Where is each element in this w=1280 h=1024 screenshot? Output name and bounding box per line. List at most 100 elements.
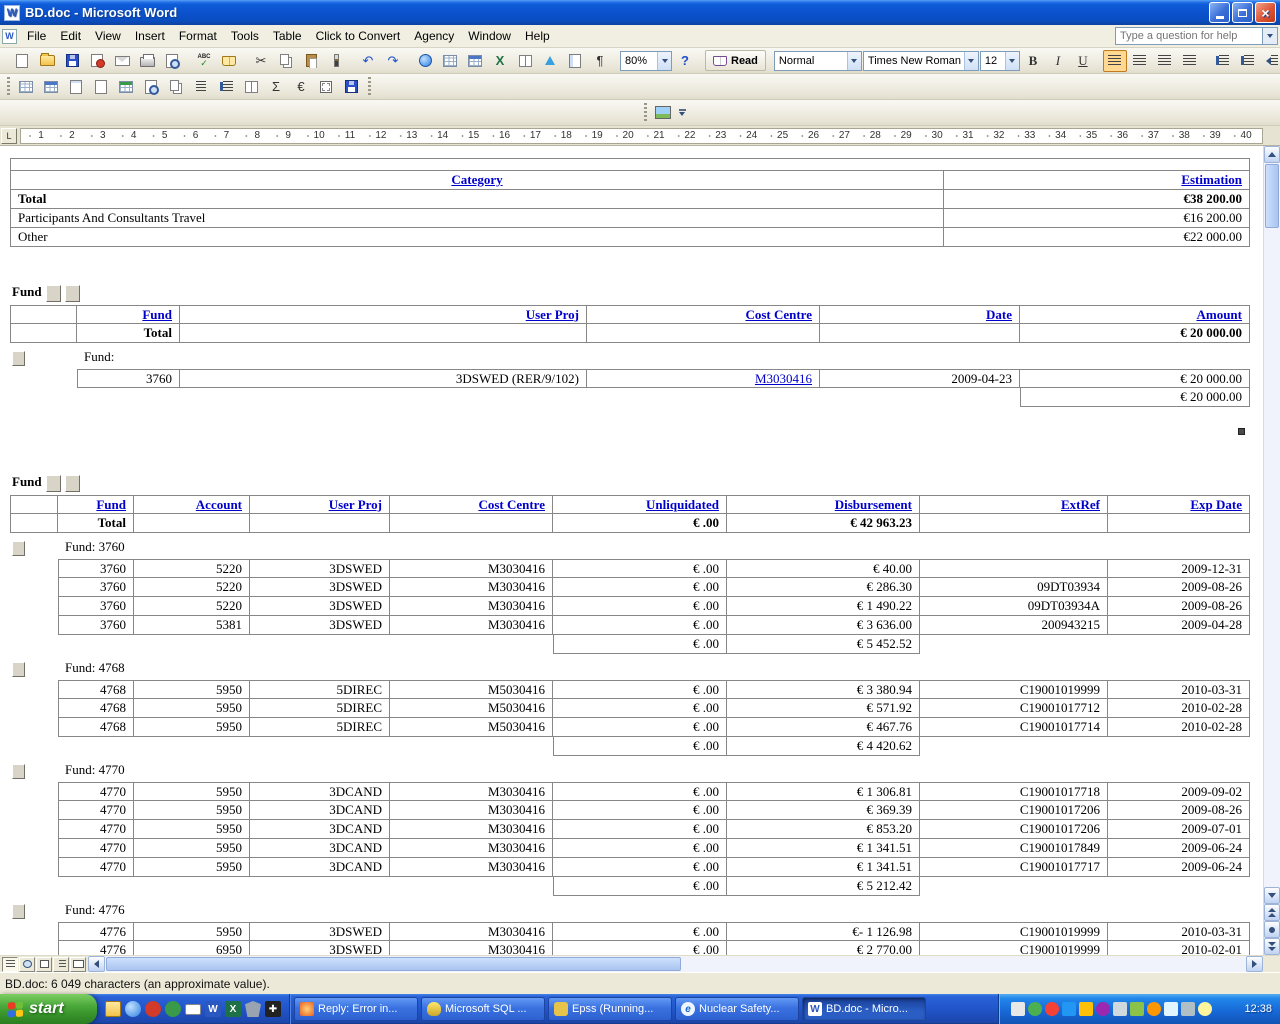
custom-table-icon[interactable] <box>14 76 38 98</box>
custom-form-field-icon[interactable] <box>89 76 113 98</box>
permission-icon[interactable] <box>85 50 109 72</box>
menu-view[interactable]: View <box>88 26 128 46</box>
align-center-button[interactable] <box>1128 50 1152 72</box>
cost-centre-link[interactable]: M3030416 <box>587 369 820 388</box>
f1-header-amount[interactable]: Amount <box>1020 305 1250 324</box>
help-icon[interactable]: ? <box>673 50 697 72</box>
scroll-up-button[interactable] <box>1264 146 1280 163</box>
document-page[interactable]: Category Estimation Total €38 200.00 Partici… <box>0 146 1263 955</box>
tray-display-icon[interactable] <box>1011 1002 1025 1016</box>
menu-format[interactable]: Format <box>172 26 224 46</box>
tray-usb-icon[interactable] <box>1164 1002 1178 1016</box>
tray-alert-icon[interactable] <box>1045 1002 1059 1016</box>
f2-header-disbursement[interactable]: Disbursement <box>727 495 920 514</box>
menu-edit[interactable]: Edit <box>53 26 88 46</box>
taskbar-task-nuclear-safety[interactable]: Nuclear Safety... <box>675 997 799 1021</box>
tray-network-icon[interactable] <box>1062 1002 1076 1016</box>
help-question-dropdown[interactable] <box>1263 27 1278 45</box>
show-hide-paragraph-icon[interactable]: ¶ <box>588 50 612 72</box>
f2-header-account[interactable]: Account <box>134 495 250 514</box>
hyperlink-icon[interactable] <box>413 50 437 72</box>
start-button[interactable]: start <box>0 994 97 1024</box>
paste-icon[interactable] <box>299 50 323 72</box>
font-combo[interactable]: Times New Roman <box>862 50 979 71</box>
drawing-icon[interactable] <box>538 50 562 72</box>
italic-button[interactable]: I <box>1046 50 1070 72</box>
tray-messenger-icon[interactable] <box>1096 1002 1110 1016</box>
toolbar-drag-handle[interactable] <box>643 103 647 122</box>
f2-header-user-proj[interactable]: User Proj <box>250 495 390 514</box>
f1-header-date[interactable]: Date <box>820 305 1020 324</box>
columns-icon[interactable] <box>513 50 537 72</box>
bullets-button[interactable] <box>1235 50 1259 72</box>
vertical-scroll-thumb[interactable] <box>1265 164 1279 228</box>
menu-table[interactable]: Table <box>266 26 309 46</box>
ruler-strip[interactable]: 1 2 3 4 5 6 7 8 9 10 11 12 13 14 15 16 17 18 19 20 21 22 23 24 2… <box>20 128 1263 144</box>
line-spacing-button[interactable] <box>1178 50 1202 72</box>
print-icon[interactable] <box>135 50 159 72</box>
underline-button[interactable]: U <box>1071 50 1095 72</box>
taskbar-task-reply-error-in[interactable]: Reply: Error in... <box>294 997 418 1021</box>
document-menu-icon[interactable]: W <box>2 28 17 44</box>
toolbar-drag-handle[interactable] <box>367 77 371 96</box>
toolbar-drag-handle[interactable] <box>6 77 10 96</box>
tray-volume-icon[interactable] <box>1113 1002 1127 1016</box>
help-question-input[interactable] <box>1115 27 1263 45</box>
form-field-box[interactable] <box>12 351 25 366</box>
insert-table-icon[interactable] <box>463 50 487 72</box>
f1-header-fund[interactable]: Fund <box>77 305 180 324</box>
cut-icon[interactable]: ✂ <box>249 50 273 72</box>
horizontal-scroll-thumb[interactable] <box>106 957 681 971</box>
tray-antivirus-icon[interactable] <box>1028 1002 1042 1016</box>
copy-icon[interactable] <box>274 50 298 72</box>
f1-header-cost-centre[interactable]: Cost Centre <box>587 305 820 324</box>
menu-agency[interactable]: Agency <box>407 26 461 46</box>
f2-header-unliquidated[interactable]: Unliquidated <box>553 495 727 514</box>
numbering-button[interactable] <box>1210 50 1234 72</box>
f2-header-cost-centre[interactable]: Cost Centre <box>390 495 553 514</box>
quicklaunch-media-player-icon[interactable] <box>145 1001 161 1017</box>
minimize-button[interactable] <box>1209 2 1230 23</box>
horizontal-scroll-track[interactable] <box>682 956 1246 972</box>
align-right-button[interactable] <box>1153 50 1177 72</box>
tray-printer-icon[interactable] <box>1181 1002 1195 1016</box>
title-bar[interactable]: W BD.doc - Microsoft Word × <box>0 0 1280 25</box>
vertical-scroll-track[interactable] <box>1264 229 1280 887</box>
close-button[interactable]: × <box>1255 2 1276 23</box>
quicklaunch-excel-icon[interactable]: X <box>225 1001 241 1017</box>
custom-edit-field-icon[interactable] <box>64 76 88 98</box>
bold-button[interactable]: B <box>1021 50 1045 72</box>
tray-battery-icon[interactable] <box>1147 1002 1161 1016</box>
format-painter-icon[interactable] <box>324 50 348 72</box>
f2-header-extref[interactable]: ExtRef <box>920 495 1108 514</box>
tray-update-icon[interactable] <box>1079 1002 1093 1016</box>
zoom-combo[interactable]: 80% <box>620 50 672 71</box>
menu-help[interactable]: Help <box>518 26 557 46</box>
menu-insert[interactable]: Insert <box>128 26 172 46</box>
custom-shading-icon[interactable] <box>39 76 63 98</box>
euro-icon[interactable]: € <box>289 76 313 98</box>
tab-selector-icon[interactable]: L <box>1 128 17 144</box>
decrease-indent-button[interactable] <box>1260 50 1280 72</box>
restore-button[interactable] <box>1232 2 1253 23</box>
font-size-combo[interactable]: 12 <box>979 50 1020 71</box>
taskbar-task-bd-doc-micro[interactable]: BD.doc - Micro... <box>802 997 926 1021</box>
spelling-icon[interactable]: ABC ✓ <box>192 50 216 72</box>
form-field-box[interactable] <box>45 284 61 302</box>
email-icon[interactable] <box>110 50 134 72</box>
f2-header-fund[interactable]: Fund <box>58 495 134 514</box>
estimation-header-link[interactable]: Estimation <box>944 171 1250 190</box>
quicklaunch-folder-icon[interactable] <box>105 1001 121 1017</box>
tray-sync-icon[interactable] <box>1130 1002 1144 1016</box>
quicklaunch-mail-icon[interactable] <box>185 1003 201 1015</box>
view-normal-button[interactable] <box>2 956 18 972</box>
category-header-link[interactable]: Category <box>10 171 944 190</box>
form-field-box[interactable] <box>12 541 25 556</box>
menu-file[interactable]: File <box>20 26 53 46</box>
insert-excel-icon[interactable]: X <box>488 50 512 72</box>
toolbar-options-chevron[interactable] <box>676 102 688 124</box>
form-field-box[interactable] <box>12 764 25 779</box>
style-combo[interactable]: Normal <box>773 50 862 71</box>
custom-properties-icon[interactable] <box>314 76 338 98</box>
custom-page-icon[interactable] <box>139 76 163 98</box>
